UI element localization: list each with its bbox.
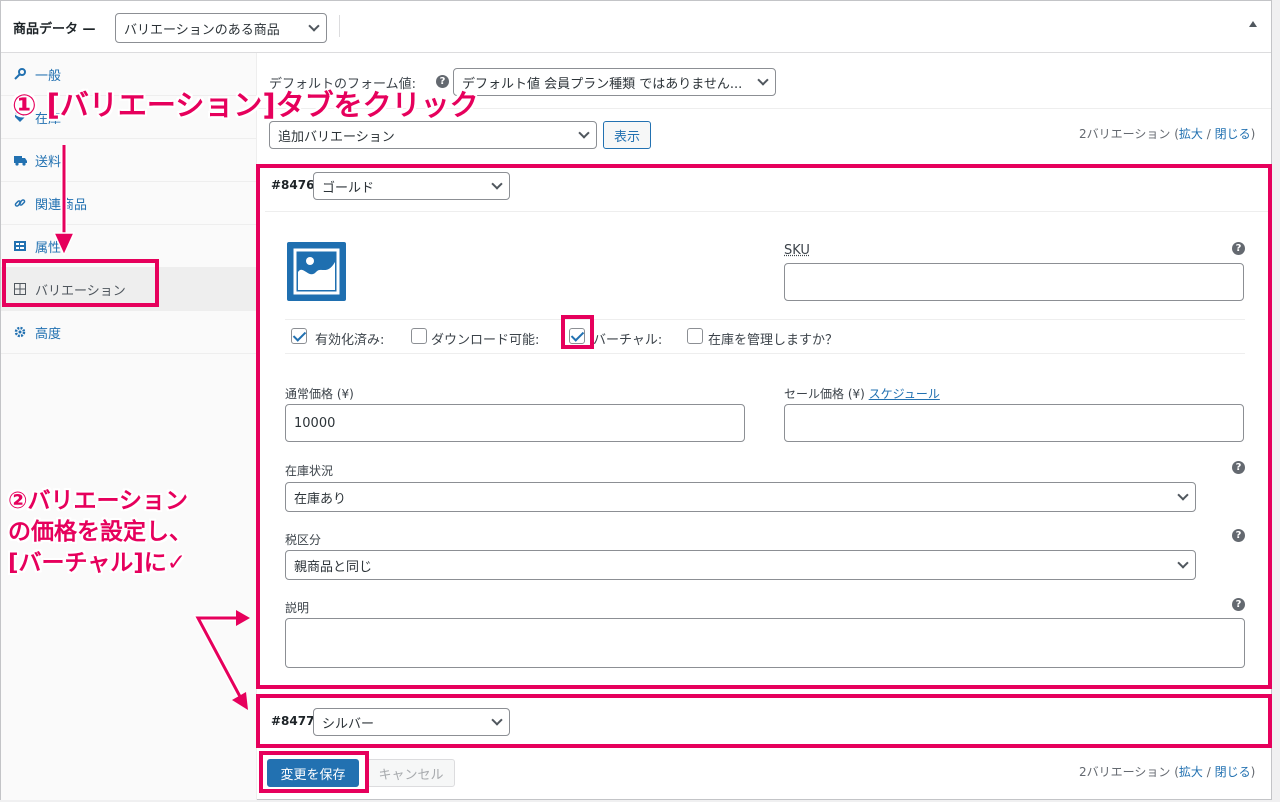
- product-type-value: バリエーションのある商品: [124, 22, 280, 38]
- truck-icon: [13, 153, 27, 167]
- tab-shipping[interactable]: 送料: [1, 139, 257, 182]
- step2-line1: ②バリエーション: [8, 488, 189, 514]
- product-type-select[interactable]: バリエーションのある商品: [115, 13, 327, 43]
- highlight-variation-gold: [256, 164, 1272, 689]
- highlight-variations-tab: [2, 259, 159, 307]
- separator: /: [1206, 765, 1211, 779]
- close-all-link[interactable]: 閉じる: [1215, 765, 1251, 779]
- bulk-action-select[interactable]: 追加バリエーション: [269, 121, 597, 149]
- expand-all-link[interactable]: 拡大: [1179, 765, 1203, 779]
- close-all-link[interactable]: 閉じる: [1215, 127, 1251, 141]
- tab-linked-products[interactable]: 関連商品: [1, 182, 257, 225]
- gear-icon: [13, 325, 27, 339]
- separator: /: [1206, 127, 1211, 141]
- paren-close: ): [1250, 127, 1256, 141]
- chevron-down-icon: [308, 20, 320, 32]
- step1-annotation: ① [バリエーション]タブをクリック: [12, 88, 479, 122]
- highlight-virtual-checkbox: [561, 315, 594, 349]
- wrench-icon: [13, 67, 27, 81]
- header-divider: [339, 15, 340, 37]
- step2-line2: の価格を設定し、: [8, 519, 192, 545]
- step2-line3: [バーチャル]に✓: [8, 550, 187, 576]
- go-button[interactable]: 表示: [603, 121, 651, 149]
- highlight-save-button: [259, 751, 369, 793]
- tab-advanced-label: 高度: [35, 326, 62, 342]
- chevron-down-icon: [578, 127, 590, 139]
- expand-all-link[interactable]: 拡大: [1179, 127, 1203, 141]
- link-icon: [13, 196, 27, 210]
- tab-advanced[interactable]: 高度: [1, 311, 257, 354]
- default-values-select[interactable]: デフォルト値 会員プラン種類 ではありません...: [453, 68, 776, 96]
- highlight-variation-silver: [256, 694, 1272, 748]
- tab-general-label: 一般: [35, 68, 62, 84]
- list-icon: [13, 239, 27, 253]
- cancel-button[interactable]: キャンセル: [367, 759, 455, 787]
- collapse-panel-icon[interactable]: [1249, 21, 1257, 27]
- arrow-down-icon: [52, 145, 76, 257]
- variation-count-text: 2バリエーション: [1079, 127, 1171, 141]
- bulk-action-value: 追加バリエーション: [278, 129, 395, 145]
- arrow-split-icon: [192, 610, 250, 710]
- paren-close: ): [1250, 765, 1256, 779]
- default-values-value: デフォルト値 会員プラン種類 ではありません...: [462, 76, 743, 92]
- panel-title: 商品データ —: [13, 22, 96, 37]
- step2-annotation: ②バリエーション の価格を設定し、 [バーチャル]に✓: [8, 486, 192, 579]
- variation-count-top: 2バリエーション (拡大 / 閉じる): [1079, 125, 1255, 142]
- variation-count-bottom: 2バリエーション (拡大 / 閉じる): [1079, 763, 1255, 780]
- panel-header: 商品データ — バリエーションのある商品: [1, 1, 1271, 53]
- variation-count-text: 2バリエーション: [1079, 765, 1171, 779]
- chevron-down-icon: [757, 74, 769, 86]
